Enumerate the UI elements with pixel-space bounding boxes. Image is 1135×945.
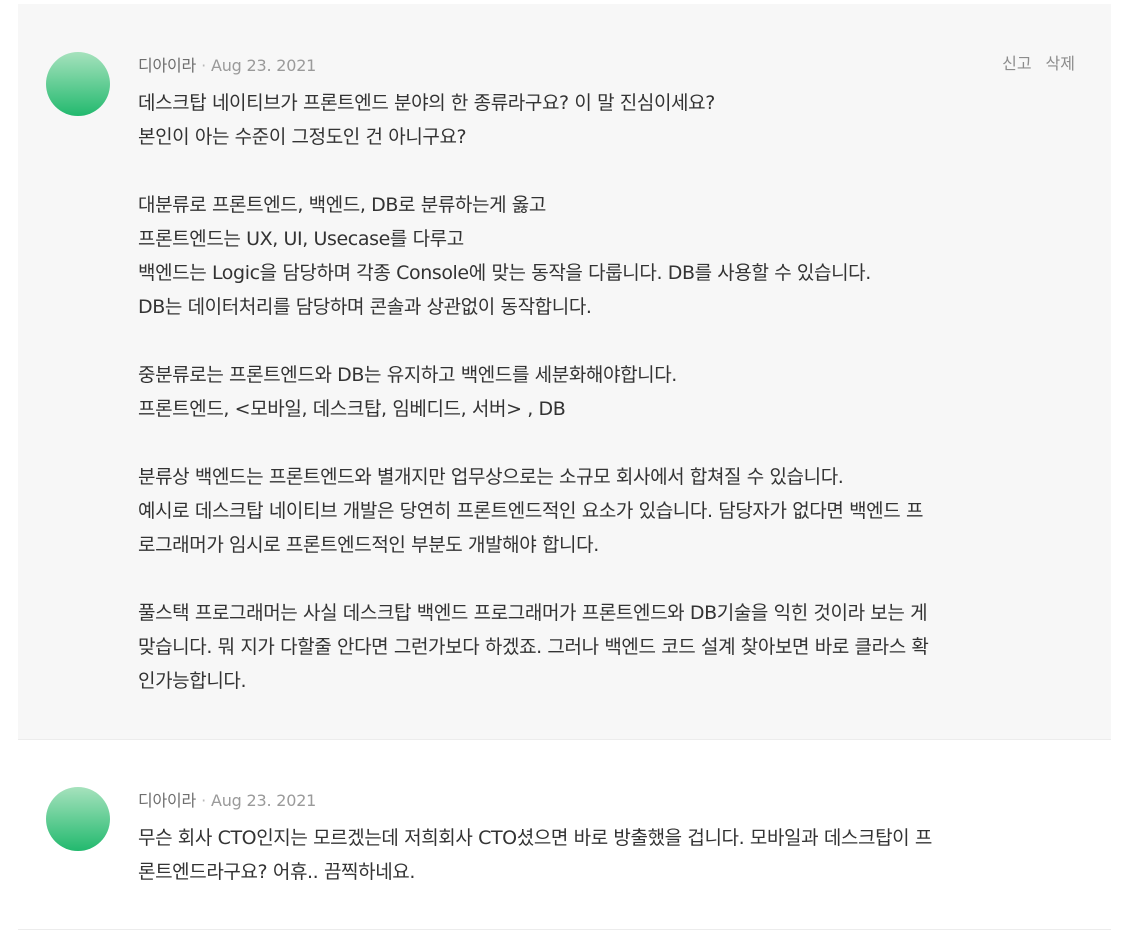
author-name[interactable]: 디아이라 [138, 791, 196, 810]
comment-item: 디아이라 · Aug 23. 2021 신고 삭제 데스크탑 네이티브가 프론트엔드 … [18, 4, 1111, 740]
comment-line: 예시로 데스크탑 네이티브 개발은 당연히 프론트엔드적인 요소가 있습니다. … [138, 500, 924, 522]
author-name[interactable]: 디아이라 [138, 56, 196, 75]
comment-line: 론트엔드라구요? 어휴.. 끔찍하네요. [138, 861, 416, 883]
comment-line: 중분류로는 프론트엔드와 DB는 유지하고 백엔드를 세분화해야합니다. [138, 364, 677, 386]
avatar[interactable] [46, 52, 110, 116]
comment-body: 데스크탑 네이티브가 프론트엔드 분야의 한 종류라구요? 이 말 진심이세요?… [138, 86, 1078, 698]
comment-item: 디아이라 · Aug 23. 2021 무슨 회사 CTO인지는 모르겠는데 저희회… [18, 741, 1111, 930]
comment-line: 맞습니다. 뭐 지가 다할줄 안다면 그런가보다 하겠죠. 그러나 백엔드 코드… [138, 636, 929, 658]
paragraph-break [138, 426, 1078, 460]
comment-date: Aug 23. 2021 [210, 56, 317, 75]
meta-separator: · [201, 791, 206, 810]
comment-line: 프론트엔드는 UX, UI, Usecase를 다루고 [138, 228, 464, 250]
comment-meta: 디아이라 · Aug 23. 2021 [138, 52, 316, 76]
delete-button[interactable]: 삭제 [1046, 54, 1075, 73]
comment-line: 대분류로 프론트엔드, 백엔드, DB로 분류하는게 옳고 [138, 194, 546, 216]
comment-line: 분류상 백엔드는 프론트엔드와 별개지만 업무상으로는 소규모 회사에서 합쳐질… [138, 466, 844, 488]
comment-line: 로그래머가 임시로 프론트엔드적인 부분도 개발해야 합니다. [138, 534, 599, 556]
comment-line: 풀스택 프로그래머는 사실 데스크탑 백엔드 프로그래머가 프론트엔드와 DB기… [138, 602, 928, 624]
report-button[interactable]: 신고 [1002, 54, 1031, 73]
comment-actions: 신고 삭제 [988, 50, 1075, 74]
meta-separator: · [201, 56, 206, 75]
paragraph-break [138, 154, 1078, 188]
paragraph-break [138, 562, 1078, 596]
comment-body: 무슨 회사 CTO인지는 모르겠는데 저희회사 CTO셨으면 바로 방출했을 겁… [138, 821, 1078, 889]
comment-line: 무슨 회사 CTO인지는 모르겠는데 저희회사 CTO셨으면 바로 방출했을 겁… [138, 827, 932, 849]
comment-line: DB는 데이터처리를 담당하며 콘솔과 상관없이 동작합니다. [138, 296, 592, 318]
comment-date: Aug 23. 2021 [210, 791, 317, 810]
paragraph-break [138, 324, 1078, 358]
comment-line: 프론트엔드, <모바일, 데스크탑, 임베디드, 서버> , DB [138, 398, 566, 420]
comment-line: 인가능합니다. [138, 670, 247, 692]
comment-meta: 디아이라 · Aug 23. 2021 [138, 787, 316, 811]
comment-line: 데스크탑 네이티브가 프론트엔드 분야의 한 종류라구요? 이 말 진심이세요? [138, 92, 715, 114]
comment-line: 본인이 아는 수준이 그정도인 건 아니구요? [138, 126, 467, 148]
avatar[interactable] [46, 787, 110, 851]
comment-line: 백엔드는 Logic을 담당하며 각종 Console에 맞는 동작을 다룹니다… [138, 262, 871, 284]
